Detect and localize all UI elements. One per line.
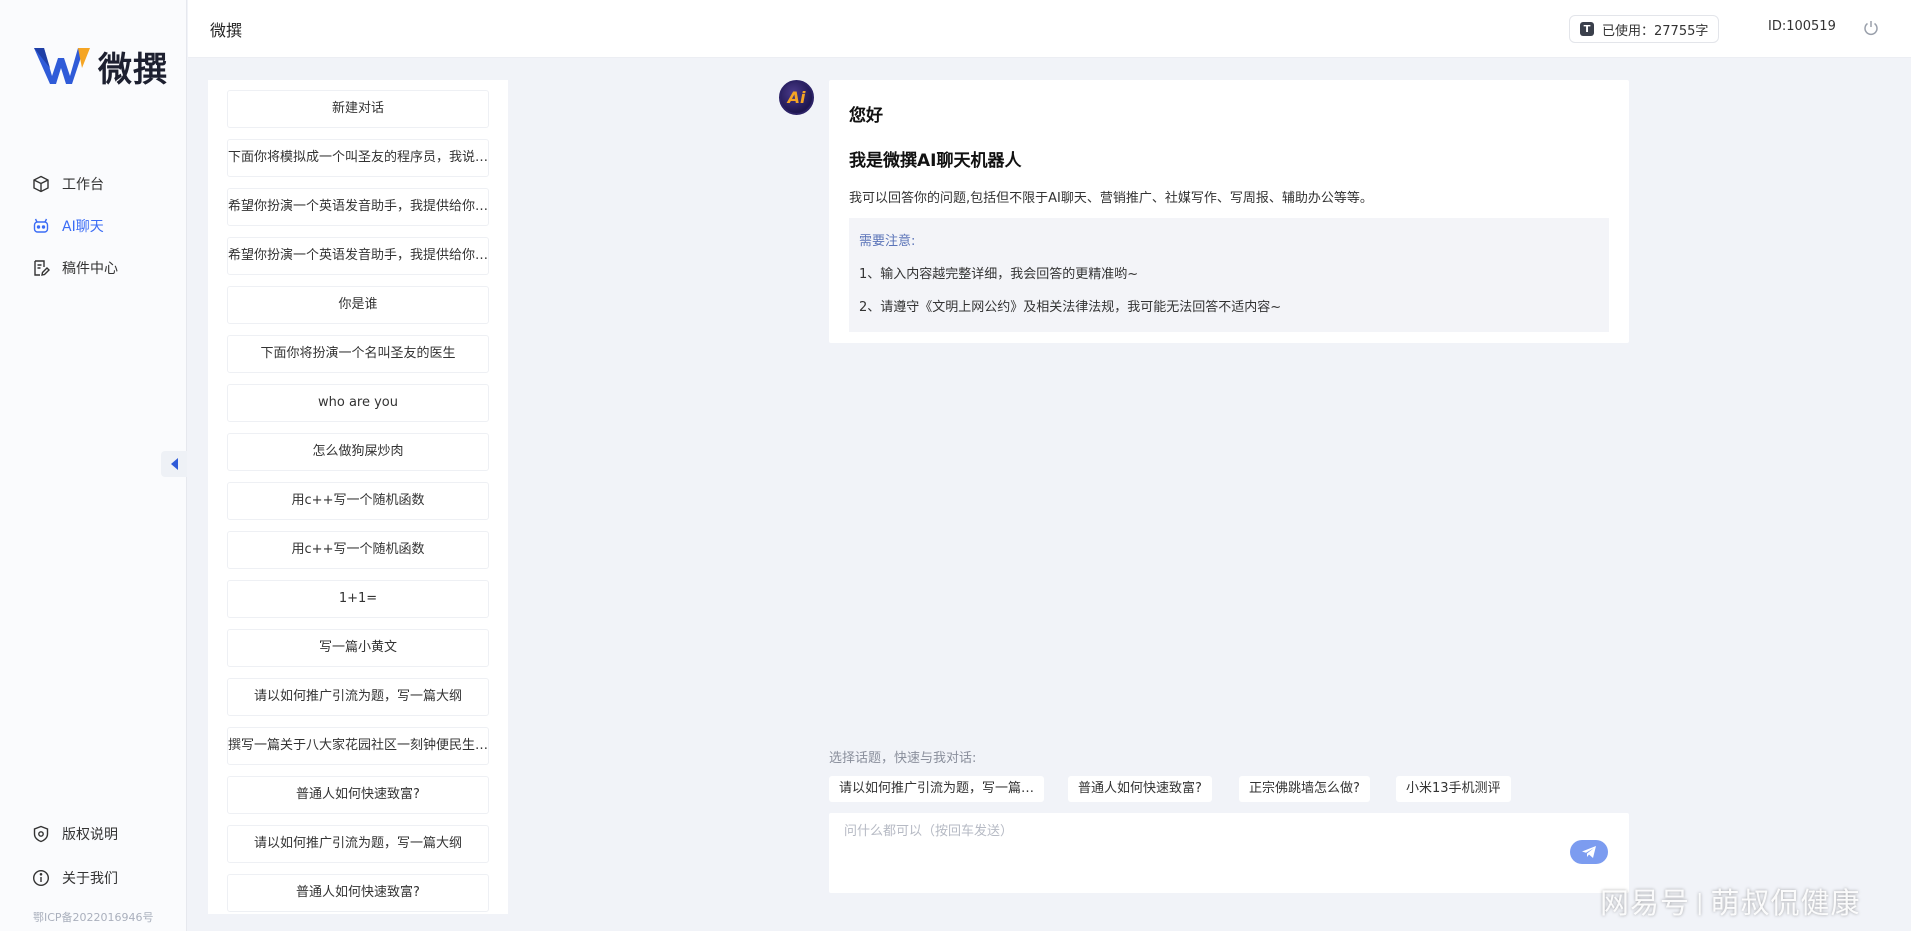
paper-plane-icon bbox=[1582, 846, 1596, 858]
conversation-item[interactable]: 1+1= bbox=[227, 580, 489, 618]
watermark-source: 网易号 bbox=[1600, 886, 1691, 920]
brand-logo-icon bbox=[34, 48, 90, 84]
icp-license[interactable]: 鄂ICP备2022016946号 bbox=[33, 909, 154, 925]
robot-icon bbox=[31, 216, 51, 236]
topic-chip[interactable]: 普通人如何快速致富? bbox=[1068, 776, 1212, 802]
usage-badge: T 已使用：27755字 bbox=[1569, 15, 1720, 43]
conversation-item[interactable]: 下面你将扮演一个名叫圣友的医生 bbox=[227, 335, 489, 373]
page-title: 微撰 bbox=[210, 21, 243, 40]
conversation-item[interactable]: who are you bbox=[227, 384, 489, 422]
notice-title: 需要注意: bbox=[859, 234, 916, 249]
cube-icon bbox=[31, 174, 51, 194]
topic-label: 选择话题，快速与我对话: bbox=[829, 751, 977, 766]
conversation-list: 新建对话 下面你将模拟成一个叫圣友的程序员，我说… 希望你扮演一个英语发音助手，… bbox=[208, 80, 508, 914]
ai-avatar: Ai bbox=[779, 80, 814, 115]
watermark-separator: | bbox=[1696, 891, 1705, 916]
caret-left-icon bbox=[171, 458, 178, 470]
conversation-item[interactable]: 请以如何推广引流为题，写一篇大纲 bbox=[227, 825, 489, 863]
shield-icon bbox=[31, 824, 51, 844]
main-nav: 工作台 AI聊天 稿件中心 bbox=[0, 163, 187, 289]
notice-box: 需要注意: 1、输入内容越完整详细，我会回答的更精准哟~ 2、请遵守《文明上网公… bbox=[849, 218, 1609, 332]
topic-chip[interactable]: 小米13手机测评 bbox=[1396, 776, 1511, 802]
document-edit-icon bbox=[31, 258, 51, 278]
collapse-sidebar-button[interactable] bbox=[161, 451, 187, 477]
notice-line: 2、请遵守《文明上网公约》及相关法律法规，我可能无法回答不适内容~ bbox=[859, 300, 1282, 315]
conversation-item[interactable]: 用c++写一个随机函数 bbox=[227, 531, 489, 569]
nav-item-workbench[interactable]: 工作台 bbox=[0, 163, 187, 205]
watermark: 网易号 | 萌叔侃健康 bbox=[1600, 880, 1860, 922]
conversation-item[interactable]: 希望你扮演一个英语发音助手，我提供给你… bbox=[227, 237, 489, 275]
watermark-author: 萌叔侃健康 bbox=[1710, 886, 1861, 920]
power-icon[interactable] bbox=[1862, 19, 1880, 37]
nav-item-label: 版权说明 bbox=[62, 827, 118, 843]
conversation-item[interactable]: 请以如何推广引流为题，写一篇大纲 bbox=[227, 678, 489, 716]
message-input[interactable] bbox=[829, 813, 1629, 893]
nav-item-about[interactable]: 关于我们 bbox=[0, 856, 187, 900]
conversation-item[interactable]: 你是谁 bbox=[227, 286, 489, 324]
new-conversation-button[interactable]: 新建对话 bbox=[227, 90, 489, 128]
topic-chip[interactable]: 请以如何推广引流为题，写一篇… bbox=[829, 776, 1045, 802]
brand-name: 微撰 bbox=[98, 49, 168, 90]
user-id: ID:100519 bbox=[1768, 19, 1836, 34]
conversation-item[interactable]: 下面你将模拟成一个叫圣友的程序员，我说… bbox=[227, 139, 489, 177]
nav-item-label: 工作台 bbox=[62, 177, 104, 193]
intro-description: 我可以回答你的问题,包括但不限于AI聊天、营销推广、社媒写作、写周报、辅助办公等… bbox=[849, 191, 1373, 206]
nav-item-manuscripts[interactable]: 稿件中心 bbox=[0, 247, 187, 289]
usage-text: 已使用：27755字 bbox=[1602, 23, 1709, 39]
bottom-nav: 版权说明 关于我们 bbox=[0, 812, 187, 900]
nav-item-label: 稿件中心 bbox=[62, 261, 118, 277]
greeting: 您好 bbox=[849, 106, 883, 126]
nav-item-label: AI聊天 bbox=[62, 219, 104, 235]
nav-item-ai-chat[interactable]: AI聊天 bbox=[0, 205, 187, 247]
conversation-item[interactable]: 写一篇小黄文 bbox=[227, 629, 489, 667]
conversation-item[interactable]: 普通人如何快速致富? bbox=[227, 776, 489, 814]
nav-item-label: 关于我们 bbox=[62, 871, 118, 887]
conversation-item[interactable]: 普通人如何快速致富? bbox=[227, 874, 489, 912]
notice-line: 1、输入内容越完整详细，我会回答的更精准哟~ bbox=[859, 267, 1139, 282]
info-icon bbox=[31, 868, 51, 888]
topic-chip[interactable]: 正宗佛跳墙怎么做? bbox=[1239, 776, 1370, 802]
welcome-message: 您好 我是微撰AI聊天机器人 我可以回答你的问题,包括但不限于AI聊天、营销推广… bbox=[829, 80, 1629, 343]
intro-title: 我是微撰AI聊天机器人 bbox=[849, 151, 1022, 171]
conversation-item[interactable]: 希望你扮演一个英语发音助手，我提供给你… bbox=[227, 188, 489, 226]
message-input-box bbox=[829, 813, 1629, 893]
send-button[interactable] bbox=[1570, 840, 1608, 864]
conversation-item[interactable]: 怎么做狗屎炒肉 bbox=[227, 433, 489, 471]
ai-avatar-text: Ai bbox=[787, 88, 806, 107]
nav-item-copyright[interactable]: 版权说明 bbox=[0, 812, 187, 856]
brand-logo[interactable]: 微撰 bbox=[34, 44, 168, 90]
sidebar: 微撰 工作台 AI聊天 稿件中心 版权说明 关于我们 鄂ICP备20220169… bbox=[0, 0, 187, 931]
conversation-item[interactable]: 用c++写一个随机函数 bbox=[227, 482, 489, 520]
text-t-icon: T bbox=[1580, 22, 1594, 36]
conversation-item[interactable]: 撰写一篇关于八大家花园社区一刻钟便民生… bbox=[227, 727, 489, 765]
top-header: 微撰 T 已使用：27755字 ID:100519 bbox=[188, 0, 1911, 58]
